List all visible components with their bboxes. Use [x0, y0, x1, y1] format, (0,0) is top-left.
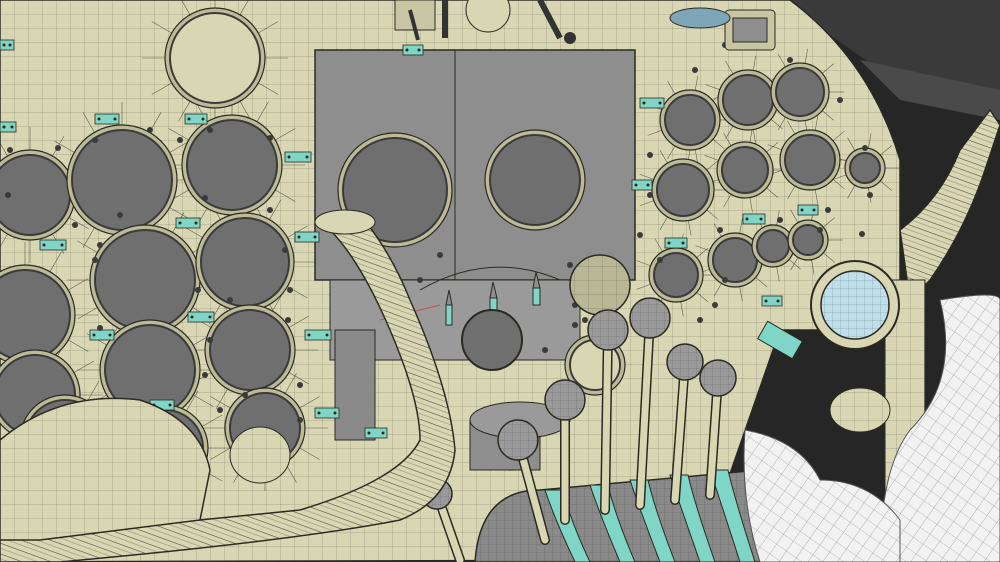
rivet: [282, 247, 288, 253]
rivet: [72, 222, 78, 228]
rivet: [97, 242, 103, 248]
rivet: [437, 252, 443, 258]
rivet: [817, 227, 823, 233]
rivet: [92, 257, 98, 263]
rivet: [217, 407, 223, 413]
rivet: [647, 152, 653, 158]
rivet: [572, 322, 578, 328]
rivet: [542, 347, 548, 353]
cockpit-render: [0, 0, 1000, 562]
rivet: [297, 382, 303, 388]
3d-viewport: [0, 0, 1000, 562]
rivet: [207, 337, 213, 343]
placard-label: [0, 39, 15, 51]
rivet: [285, 317, 291, 323]
gauge-face: [721, 146, 769, 194]
rivet: [147, 127, 153, 133]
gauge-face: [186, 119, 278, 211]
rivet: [242, 392, 248, 398]
gauge-face: [756, 229, 790, 263]
rivet: [722, 277, 728, 283]
rivet: [7, 147, 13, 153]
rivet: [717, 227, 723, 233]
rivet: [647, 192, 653, 198]
rivet: [202, 372, 208, 378]
rivet: [825, 207, 831, 213]
rivet: [837, 97, 843, 103]
placard-label: [0, 121, 17, 133]
rivet: [267, 207, 273, 213]
rivet: [287, 287, 293, 293]
rivet: [787, 57, 793, 63]
gauge-face: [656, 163, 710, 217]
gauge-face: [722, 74, 774, 126]
rivet: [637, 232, 643, 238]
rivet: [867, 192, 873, 198]
gauge-face: [209, 309, 291, 391]
gauge-face: [664, 94, 716, 146]
rivet: [55, 145, 61, 151]
gauge-face: [712, 237, 758, 283]
rivet: [97, 325, 103, 331]
rivet: [195, 287, 201, 293]
rivet: [297, 417, 303, 423]
rivet: [207, 127, 213, 133]
rivet: [267, 135, 273, 141]
rivet: [692, 67, 698, 73]
gauge-face: [784, 134, 836, 186]
rivet: [712, 302, 718, 308]
side-block: [334, 329, 376, 441]
rivet: [657, 257, 663, 263]
rivet: [202, 195, 208, 201]
rivet: [862, 145, 868, 151]
rivet: [777, 217, 783, 223]
rivet: [567, 262, 573, 268]
rivet: [177, 137, 183, 143]
gauge-face: [169, 12, 261, 104]
gauge-face: [775, 67, 825, 117]
rivet: [227, 297, 233, 303]
rivet: [582, 317, 588, 323]
rivet: [697, 317, 703, 323]
rivet: [5, 192, 11, 198]
gauge-face: [489, 134, 581, 226]
rivet: [859, 231, 865, 237]
gauge-face: [849, 152, 881, 184]
rivet: [92, 137, 98, 143]
rivet: [417, 277, 423, 283]
gauge-face: [94, 229, 196, 331]
rivet: [117, 212, 123, 218]
gauge-face: [200, 217, 290, 307]
